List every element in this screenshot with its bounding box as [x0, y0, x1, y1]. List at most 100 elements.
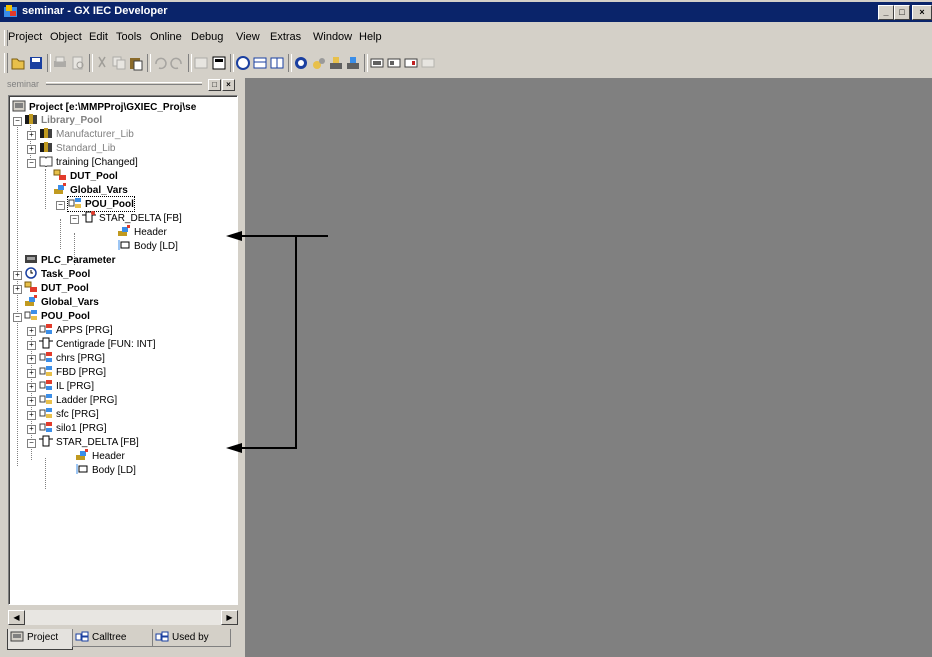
panel-drag-bar[interactable] [46, 82, 202, 85]
online-icon[interactable] [293, 55, 309, 71]
toolbar-separator [47, 54, 51, 72]
expand-toggle[interactable]: + [27, 397, 36, 406]
print-icon[interactable] [52, 55, 68, 71]
tree-pou-pool[interactable]: POU_Pool [24, 309, 90, 323]
tree-lib-pou-pool[interactable]: POU_Pool [67, 196, 135, 212]
tree-pou-item[interactable]: chrs [PRG] [39, 351, 105, 365]
tree-header[interactable]: Header [75, 449, 125, 463]
tree-pou-item[interactable]: Centigrade [FUN: INT] [39, 337, 155, 351]
expand-toggle[interactable]: + [27, 341, 36, 350]
collapse-toggle[interactable]: − [27, 439, 36, 448]
transfer-icon[interactable] [311, 55, 327, 71]
disabled-icon[interactable] [420, 55, 436, 71]
expand-toggle[interactable]: + [27, 145, 36, 154]
tree-library-pool[interactable]: Library_Pool [24, 113, 102, 127]
tree-manufacturer-lib[interactable]: Manufacturer_Lib [39, 127, 134, 141]
scroll-right-icon[interactable]: ▶ [221, 610, 238, 625]
paste-icon[interactable] [128, 55, 144, 71]
scroll-left-icon[interactable]: ◀ [8, 610, 25, 625]
gx-iec-app-icon[interactable] [3, 4, 18, 19]
tree-lib-header[interactable]: Header [117, 225, 167, 239]
title-bar[interactable]: seminar - GX IEC Developer _ □ × [0, 2, 932, 22]
variable-edit-icon[interactable] [386, 55, 402, 71]
menu-help[interactable]: Help [359, 31, 382, 43]
tree-dut-pool[interactable]: DUT_Pool [24, 281, 89, 295]
upload-icon[interactable] [345, 55, 361, 71]
panel-close-button[interactable]: × [222, 79, 235, 91]
print-preview-icon[interactable] [70, 55, 86, 71]
cut-icon[interactable] [94, 55, 110, 71]
expand-toggle[interactable]: + [27, 355, 36, 364]
mdi-workspace[interactable] [245, 78, 932, 657]
global-vars-icon [53, 183, 67, 195]
tree-pou-item[interactable]: APPS [PRG] [39, 323, 113, 337]
tree-lib-dut-pool[interactable]: DUT_Pool [53, 169, 118, 183]
tree-plc-parameter[interactable]: PLC_Parameter [24, 253, 115, 267]
collapse-toggle[interactable]: − [13, 313, 22, 322]
close-button[interactable]: × [912, 5, 932, 20]
save-icon[interactable] [28, 55, 44, 71]
tab-project[interactable]: Project [7, 629, 73, 650]
menu-debug[interactable]: Debug [191, 31, 223, 43]
collapse-toggle[interactable]: − [13, 117, 22, 126]
compile-icon[interactable] [211, 55, 227, 71]
minimize-button[interactable]: _ [878, 5, 894, 20]
tree-pou-item[interactable]: FBD [PRG] [39, 365, 106, 379]
toolbar-grip[interactable] [4, 53, 8, 73]
tree-pou-item[interactable]: silo1 [PRG] [39, 421, 107, 435]
open-object-icon[interactable] [193, 55, 209, 71]
menu-window[interactable]: Window [313, 31, 352, 43]
tree-task-pool[interactable]: Task_Pool [24, 267, 90, 281]
expand-toggle[interactable]: + [13, 285, 22, 294]
tree-pou-item[interactable]: IL [PRG] [39, 379, 94, 393]
calltree-icon [75, 631, 89, 642]
tree-project-root[interactable]: Project [e:\MMPProj\GXIEC_Proj\se [12, 100, 196, 114]
tree-lib-star-delta[interactable]: STAR_DELTA [FB] [82, 211, 182, 225]
project-tree[interactable]: Project [e:\MMPProj\GXIEC_Proj\se − Libr… [8, 95, 238, 605]
collapse-toggle[interactable]: − [70, 215, 79, 224]
collapse-toggle[interactable]: − [56, 201, 65, 210]
tab-used-by[interactable]: Used by [152, 629, 231, 647]
watch-icon[interactable] [269, 55, 285, 71]
panel-maximize-button[interactable]: □ [208, 79, 221, 91]
undo-icon[interactable] [152, 55, 168, 71]
expand-toggle[interactable]: + [27, 425, 36, 434]
entry-data-monitor-icon[interactable] [252, 55, 268, 71]
tree-standard-lib[interactable]: Standard_Lib [39, 141, 116, 155]
redo-icon[interactable] [169, 55, 185, 71]
device-edit-icon[interactable] [369, 55, 385, 71]
expand-toggle[interactable]: + [27, 327, 36, 336]
tree-pou-item[interactable]: Ladder [PRG] [39, 393, 117, 407]
tree-training-lib[interactable]: training [Changed] [39, 155, 138, 169]
collapse-toggle[interactable]: − [27, 159, 36, 168]
maximize-button[interactable]: □ [894, 5, 910, 20]
expand-toggle[interactable]: + [27, 131, 36, 140]
menu-tools[interactable]: Tools [116, 31, 142, 43]
program-icon [39, 351, 53, 363]
tree-lib-body[interactable]: Body [LD] [117, 239, 178, 253]
expand-toggle[interactable]: + [27, 383, 36, 392]
cross-ref-icon[interactable] [403, 55, 419, 71]
tree-body[interactable]: Body [LD] [75, 463, 136, 477]
copy-icon[interactable] [111, 55, 127, 71]
tree-pou-item[interactable]: sfc [PRG] [39, 407, 99, 421]
menu-extras[interactable]: Extras [270, 31, 301, 43]
menu-object[interactable]: Object [50, 31, 82, 43]
tree-lib-global-vars[interactable]: Global_Vars [53, 183, 128, 197]
tree-star-delta[interactable]: STAR_DELTA [FB] [39, 435, 139, 449]
expand-toggle[interactable]: + [27, 369, 36, 378]
menu-edit[interactable]: Edit [89, 31, 108, 43]
tree-global-vars[interactable]: Global_Vars [24, 295, 99, 309]
menu-view[interactable]: View [236, 31, 260, 43]
download-icon[interactable] [328, 55, 344, 71]
menu-project[interactable]: Project [8, 31, 42, 43]
expand-toggle[interactable]: + [27, 411, 36, 420]
expand-toggle[interactable]: + [13, 271, 22, 280]
monitor-icon[interactable] [235, 55, 251, 71]
tab-calltree[interactable]: Calltree [72, 629, 153, 647]
program-icon [39, 365, 53, 377]
menu-online[interactable]: Online [150, 31, 182, 43]
clock-icon [24, 267, 38, 279]
tree-horizontal-scrollbar[interactable]: ◀ ▶ [8, 610, 238, 625]
new-icon[interactable] [10, 55, 26, 71]
